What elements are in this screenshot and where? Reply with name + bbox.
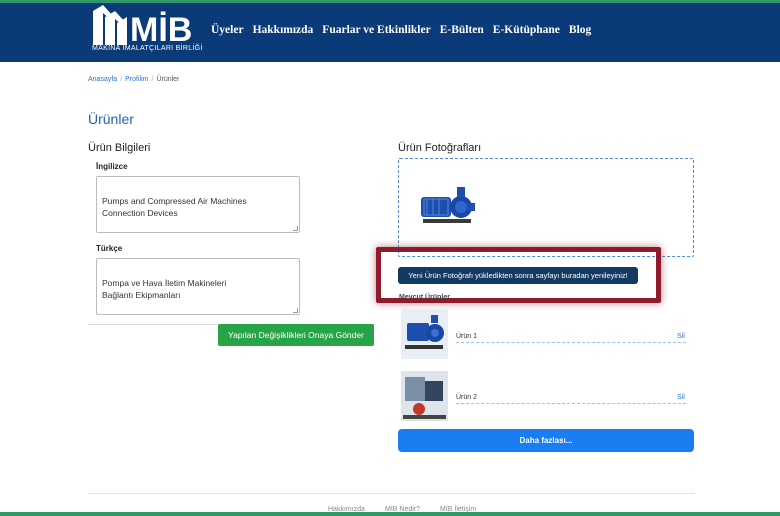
- turkish-label: Türkçe: [96, 244, 123, 253]
- refresh-notice-button[interactable]: Yeni Ürün Fotoğrafı yükledikten sonra sa…: [398, 267, 638, 284]
- pump-image-icon: [421, 187, 475, 223]
- product-2-underline: [456, 403, 686, 404]
- nav-item-library[interactable]: E-Kütüphane: [493, 24, 560, 36]
- product-2-name: Ürün 2: [456, 394, 478, 401]
- nav-item-events[interactable]: Fuarlar ve Etkinlikler: [322, 24, 430, 36]
- existing-products-label: Mevcut Ürünler: [399, 294, 450, 301]
- breadcrumb: Anasayfa / Profilim / Ürünler: [88, 76, 179, 83]
- logo-subtitle: MAKİNA İMALATÇILARI BİRLİĞİ: [92, 45, 203, 52]
- bottom-accent-line: [0, 512, 780, 516]
- product-1-name: Ürün 1: [456, 333, 478, 340]
- english-text: Pumps and Compressed Air Machines Connec…: [102, 195, 247, 219]
- page-title: Ürünler: [88, 111, 134, 127]
- product-1-delete-link[interactable]: Sil: [677, 333, 685, 340]
- resize-grip-icon[interactable]: [293, 226, 298, 231]
- logo-text: MİB: [130, 11, 192, 49]
- turkish-text: Pompa ve Hava İletim Makineleri Bağlantı…: [102, 277, 227, 301]
- english-label: İngilizce: [96, 162, 128, 171]
- breadcrumb-separator: /: [151, 76, 154, 83]
- product-1-thumbnail: [401, 309, 448, 359]
- breadcrumb-current: Ürünler: [156, 76, 180, 83]
- nav-item-bulletin[interactable]: E-Bülten: [440, 24, 484, 36]
- product-photos-title: Ürün Fotoğrafları: [398, 142, 482, 154]
- product-1-underline: [456, 342, 686, 343]
- product-2-thumbnail: [401, 371, 448, 421]
- nav-item-members[interactable]: Üyeler: [211, 24, 244, 36]
- breadcrumb-profile[interactable]: Profilim: [125, 76, 148, 83]
- main-nav: Üyeler Hakkımızda Fuarlar ve Etkinlikler…: [211, 24, 591, 36]
- product-info-title: Ürün Bilgileri: [88, 142, 151, 154]
- site-header: MİB MAKİNA İMALATÇILARI BİRLİĞİ Üyeler H…: [0, 3, 780, 62]
- submit-changes-button[interactable]: Yapılan Değişiklikleri Onaya Gönder: [218, 324, 374, 346]
- photo-dropzone[interactable]: [398, 158, 694, 257]
- breadcrumb-separator: /: [120, 76, 123, 83]
- more-products-button[interactable]: Daha fazlası...: [398, 429, 694, 452]
- footer-divider: [88, 493, 695, 494]
- breadcrumb-home[interactable]: Anasayfa: [88, 76, 117, 83]
- nav-item-blog[interactable]: Blog: [569, 24, 591, 36]
- turkish-textarea[interactable]: Pompa ve Hava İletim Makineleri Bağlantı…: [96, 258, 300, 315]
- resize-grip-icon[interactable]: [293, 308, 298, 313]
- nav-item-about[interactable]: Hakkımızda: [253, 24, 314, 36]
- english-textarea[interactable]: Pumps and Compressed Air Machines Connec…: [96, 176, 300, 233]
- product-2-delete-link[interactable]: Sil: [677, 394, 685, 401]
